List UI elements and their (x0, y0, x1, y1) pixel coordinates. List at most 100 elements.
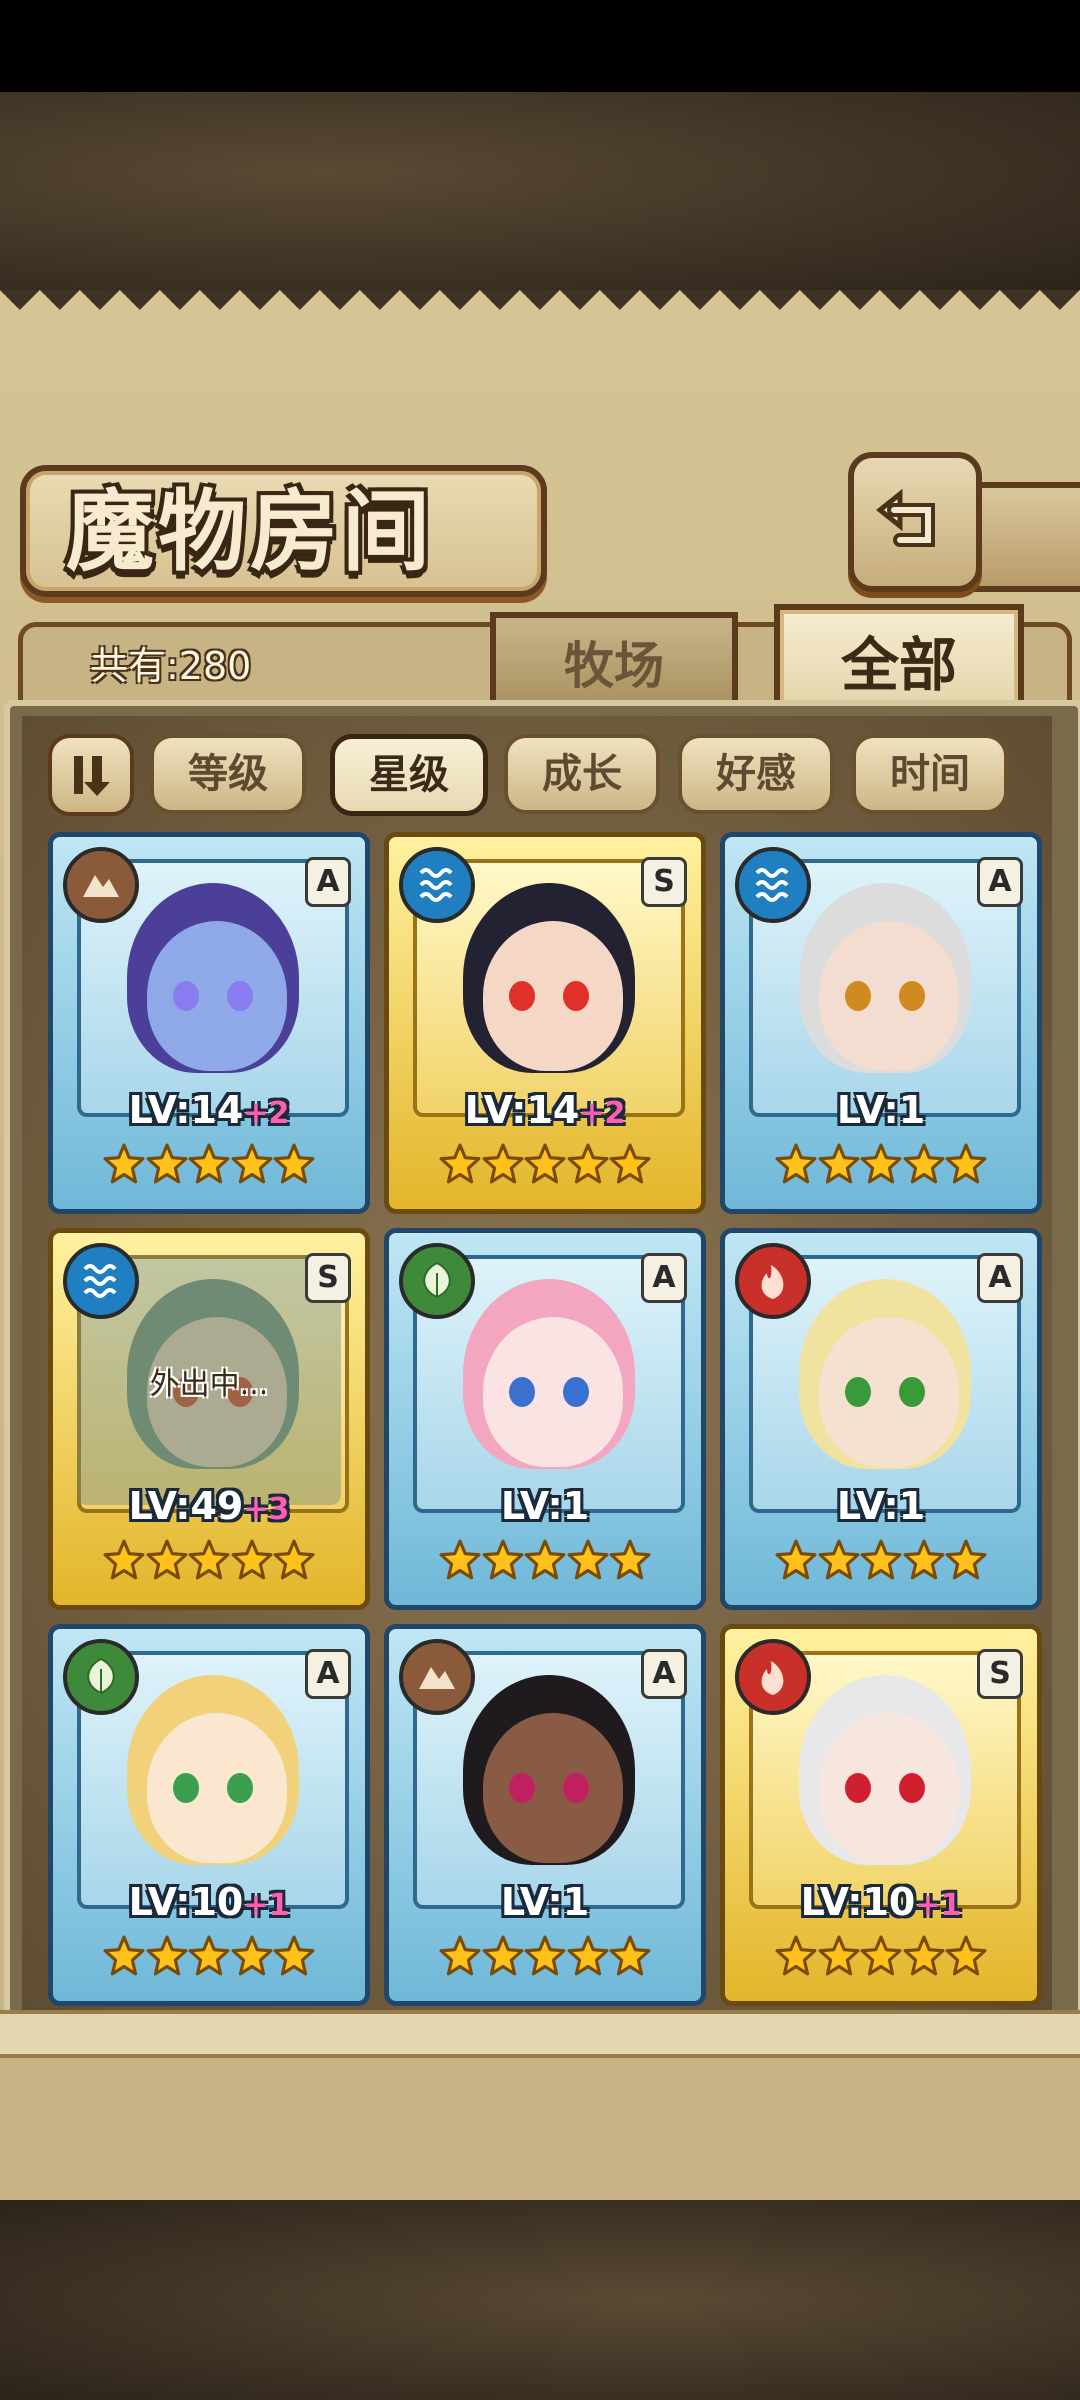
star-icon (103, 1143, 145, 1184)
level-value: LV:14 (128, 1088, 244, 1132)
wood-icon (63, 1639, 139, 1715)
star-icon (439, 1143, 481, 1184)
star-icon (609, 1935, 651, 1976)
level-label: LV:10+1 (53, 1877, 365, 1927)
sort-stars-button[interactable]: 星级 (330, 734, 488, 816)
status-bar (0, 0, 1080, 92)
star-icon (146, 1143, 187, 1184)
back-button[interactable] (848, 452, 982, 592)
monster-card[interactable]: A LV:1 (720, 1228, 1042, 1610)
sort-level-button[interactable]: 等级 (150, 734, 306, 814)
level-value: LV:14 (464, 1088, 580, 1132)
star-icon (775, 1539, 817, 1580)
level-value: LV:49 (128, 1484, 244, 1528)
level-value: LV:1 (500, 1484, 590, 1528)
rank-badge: S (641, 857, 687, 907)
level-plus: +1 (243, 1888, 290, 1923)
sort-growth-button[interactable]: 成长 (504, 734, 660, 814)
star-icon (188, 1935, 230, 1976)
tab-ranch[interactable]: 牧场 (490, 612, 738, 708)
water-icon (735, 847, 811, 923)
star-rating (775, 1539, 987, 1589)
monster-card[interactable]: A LV:1 (384, 1228, 706, 1610)
title-plate: 魔物房间 (20, 465, 547, 597)
level-plus: +2 (243, 1096, 290, 1131)
torn-edge-top (0, 290, 1080, 330)
sort-order-toggle[interactable] (48, 734, 134, 816)
star-icon (103, 1539, 145, 1580)
star-icon (567, 1143, 608, 1184)
star-icon (860, 1143, 902, 1184)
level-label: LV:1 (389, 1877, 701, 1927)
level-value: LV:1 (836, 1484, 926, 1528)
star-icon (775, 1143, 817, 1184)
star-rating (775, 1143, 987, 1193)
star-icon (231, 1539, 272, 1580)
level-label: LV:10+1 (725, 1877, 1037, 1927)
water-icon (399, 847, 475, 923)
star-icon (860, 1539, 902, 1580)
star-icon (609, 1143, 651, 1184)
level-label: LV:14+2 (53, 1085, 365, 1135)
star-icon (945, 1935, 987, 1976)
fire-icon (735, 1243, 811, 1319)
page-title: 魔物房间 (66, 479, 435, 583)
panel-bottom-rail (0, 2010, 1080, 2058)
star-icon (818, 1143, 859, 1184)
level-value: LV:1 (836, 1088, 926, 1132)
level-plus: +2 (579, 1096, 626, 1131)
sort-affection-button[interactable]: 好感 (678, 734, 834, 814)
monster-count: 共有:280 (90, 644, 252, 688)
water-icon (63, 1243, 139, 1319)
monster-card[interactable]: S LV:14+2 (384, 832, 706, 1214)
star-rating (439, 1143, 651, 1193)
monster-card[interactable]: A LV:1 (384, 1624, 706, 2006)
rank-badge: A (305, 857, 351, 907)
star-rating (103, 1539, 315, 1589)
level-plus: +1 (915, 1888, 962, 1923)
star-rating (103, 1935, 315, 1985)
star-icon (482, 1935, 523, 1976)
star-icon (775, 1935, 817, 1976)
level-plus: +3 (243, 1492, 290, 1527)
star-icon (860, 1935, 902, 1976)
earth-icon (399, 1639, 475, 1715)
level-label: LV:1 (725, 1481, 1037, 1531)
star-icon (903, 1935, 944, 1976)
level-label: LV:49+3 (53, 1481, 365, 1531)
monster-card[interactable]: A LV:14+2 (48, 832, 370, 1214)
star-icon (609, 1539, 651, 1580)
monster-card[interactable]: A LV:1 (720, 832, 1042, 1214)
star-icon (146, 1935, 187, 1976)
monster-card[interactable]: A LV:10+1 (48, 1624, 370, 2006)
star-icon (524, 1143, 566, 1184)
star-icon (231, 1935, 272, 1976)
star-icon (188, 1539, 230, 1580)
sort-time-button[interactable]: 时间 (852, 734, 1008, 814)
star-icon (482, 1143, 523, 1184)
star-icon (524, 1935, 566, 1976)
star-icon (273, 1935, 315, 1976)
rank-badge: A (305, 1649, 351, 1699)
star-icon (273, 1539, 315, 1580)
rank-badge: A (641, 1649, 687, 1699)
rank-badge: S (305, 1253, 351, 1303)
wood-icon (399, 1243, 475, 1319)
monster-card[interactable]: S LV:10+1 (720, 1624, 1042, 2006)
star-icon (567, 1935, 608, 1976)
level-value: LV:1 (500, 1880, 590, 1924)
star-icon (231, 1143, 272, 1184)
sort-order-icon (74, 756, 110, 796)
star-icon (818, 1935, 859, 1976)
star-icon (273, 1143, 315, 1184)
map-background-top (0, 92, 1080, 292)
monster-card[interactable]: S 外出中... LV:49+3 (48, 1228, 370, 1610)
star-icon (903, 1143, 944, 1184)
star-rating (775, 1935, 987, 1985)
level-label: LV:1 (725, 1085, 1037, 1135)
rank-badge: A (977, 857, 1023, 907)
star-icon (439, 1935, 481, 1976)
return-arrow-icon (875, 488, 935, 547)
level-value: LV:10 (128, 1880, 244, 1924)
star-icon (146, 1539, 187, 1580)
